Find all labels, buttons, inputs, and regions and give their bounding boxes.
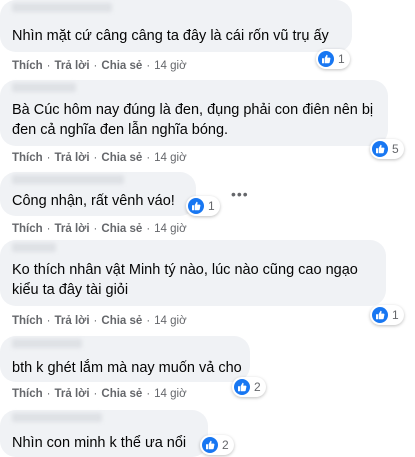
comment-text: Công nhận, rất vênh váo! [12, 193, 175, 209]
comment-text: Nhìn con minh k thể ưa nổi [12, 435, 187, 451]
comment-timestamp[interactable]: 14 giờ [154, 388, 186, 400]
comment-actions: Thích · Trả lời · Chia sẻ · 14 giờ [12, 152, 187, 164]
comment-thread: Nhìn mặt cứ câng câng ta đây là cái rốn … [0, 0, 415, 457]
like-link[interactable]: Thích [12, 152, 43, 164]
comment-bubble: Công nhận, rất vênh váo! [0, 172, 196, 216]
comment-author-name[interactable] [12, 3, 112, 12]
comment-actions: Thích · Trả lời · Chia sẻ · 14 giờ [12, 315, 187, 327]
reaction-count-value: 5 [392, 142, 399, 156]
share-link[interactable]: Chia sẻ [101, 223, 142, 235]
comment-author-name[interactable] [12, 413, 102, 422]
like-link[interactable]: Thích [12, 315, 43, 327]
reply-link[interactable]: Trả lời [55, 223, 90, 235]
like-icon [234, 379, 250, 395]
comment-text: Bà Cúc hôm nay đúng là đen, đụng phải co… [12, 102, 374, 138]
comment-author-name[interactable] [12, 339, 82, 348]
share-link[interactable]: Chia sẻ [101, 60, 142, 72]
like-link[interactable]: Thích [12, 388, 43, 400]
like-link[interactable]: Thích [12, 60, 43, 72]
comment-text: Nhìn mặt cứ câng câng ta đây là cái rốn … [12, 28, 329, 44]
comment-text: bth k ghét lắm mà nay muốn vả cho [12, 360, 242, 376]
reply-link[interactable]: Trả lời [55, 315, 90, 327]
share-link[interactable]: Chia sẻ [101, 315, 142, 327]
like-icon [202, 437, 218, 453]
comment-timestamp[interactable]: 14 giờ [154, 223, 186, 235]
reaction-count-value: 2 [254, 380, 261, 394]
comment-timestamp[interactable]: 14 giờ [154, 60, 186, 72]
reaction-count-value: 1 [338, 52, 345, 66]
reaction-count[interactable]: 2 [232, 377, 266, 397]
reaction-count[interactable]: 2 [200, 435, 234, 455]
share-link[interactable]: Chia sẻ [101, 152, 142, 164]
like-icon [318, 51, 334, 67]
more-options-icon[interactable]: ••• [231, 187, 249, 201]
comment-bubble: Nhìn mặt cứ câng câng ta đây là cái rốn … [0, 0, 352, 52]
reaction-count-value: 1 [392, 308, 399, 322]
like-icon [372, 307, 388, 323]
comment-bubble: Bà Cúc hôm nay đúng là đen, đụng phải co… [0, 80, 388, 146]
like-link[interactable]: Thích [12, 223, 43, 235]
comment-actions: Thích · Trả lời · Chia sẻ · 14 giờ [12, 60, 187, 72]
share-link[interactable]: Chia sẻ [101, 388, 142, 400]
reply-link[interactable]: Trả lời [55, 60, 90, 72]
comment-author-name[interactable] [12, 175, 124, 184]
reaction-count[interactable]: 1 [186, 196, 220, 216]
like-icon [188, 198, 204, 214]
comment-actions: Thích · Trả lời · Chia sẻ · 14 giờ [12, 388, 187, 400]
comment-actions: Thích · Trả lời · Chia sẻ · 14 giờ [12, 223, 187, 235]
like-icon [372, 141, 388, 157]
reaction-count[interactable]: 1 [370, 305, 404, 325]
comment-author-name[interactable] [12, 83, 76, 92]
reaction-count-value: 2 [222, 438, 229, 452]
reply-link[interactable]: Trả lời [55, 388, 90, 400]
comment-bubble: bth k ghét lắm mà nay muốn vả cho [0, 336, 250, 382]
comment-timestamp[interactable]: 14 giờ [154, 315, 186, 327]
comment-bubble: Ko thích nhân vật Minh tý nào, lúc nào c… [0, 240, 386, 306]
reaction-count-value: 1 [208, 199, 215, 213]
comment-author-name[interactable] [12, 243, 56, 252]
reaction-count[interactable]: 1 [316, 49, 350, 69]
comment-timestamp[interactable]: 14 giờ [154, 152, 186, 164]
comment-text: Ko thích nhân vật Minh tý nào, lúc nào c… [12, 262, 358, 298]
reaction-count[interactable]: 5 [370, 139, 404, 159]
reply-link[interactable]: Trả lời [55, 152, 90, 164]
comment-bubble: Nhìn con minh k thể ưa nổi [0, 410, 208, 457]
